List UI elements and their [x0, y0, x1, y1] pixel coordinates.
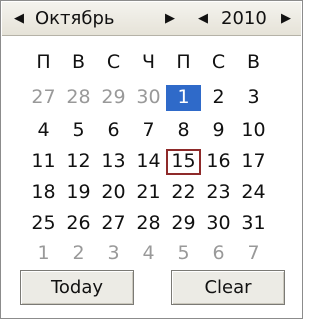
day-cell[interactable]: 22: [166, 180, 201, 206]
calendar-header: ◀ Октябрь ▶ ◀ 2010 ▶: [2, 2, 301, 36]
day-cell[interactable]: 3: [236, 85, 271, 111]
clear-button[interactable]: Clear: [171, 270, 285, 305]
day-cell[interactable]: 9: [201, 118, 236, 144]
prev-month-arrow-icon[interactable]: ◀: [11, 2, 27, 35]
day-cell[interactable]: 4: [26, 118, 61, 144]
next-year-arrow-icon[interactable]: ▶: [278, 2, 294, 35]
date-picker-calendar: ◀ Октябрь ▶ ◀ 2010 ▶ П В С Ч П С В 27 28 2…: [0, 0, 303, 319]
day-cell[interactable]: 19: [61, 180, 96, 206]
weekday-label: С: [106, 51, 121, 73]
day-cell[interactable]: 29: [166, 211, 201, 237]
weekday-label: Ч: [141, 51, 156, 73]
today-day-cell[interactable]: 15: [166, 149, 201, 175]
day-cell[interactable]: 4: [131, 241, 166, 267]
day-cell[interactable]: 29: [96, 85, 131, 111]
day-cell[interactable]: 28: [131, 211, 166, 237]
selected-day-cell[interactable]: 1: [166, 85, 201, 111]
day-cell[interactable]: 3: [96, 241, 131, 267]
day-cell[interactable]: 25: [26, 211, 61, 237]
day-cell[interactable]: 12: [61, 149, 96, 175]
day-cell[interactable]: 11: [26, 149, 61, 175]
day-cell[interactable]: 31: [236, 211, 271, 237]
year-label[interactable]: 2010: [221, 2, 267, 35]
day-cell[interactable]: 7: [236, 241, 271, 267]
today-button[interactable]: Today: [20, 270, 134, 305]
day-cell[interactable]: 17: [236, 149, 271, 175]
day-cell[interactable]: 2: [201, 85, 236, 111]
day-cell[interactable]: 7: [131, 118, 166, 144]
day-cell[interactable]: 24: [236, 180, 271, 206]
weekday-label: П: [176, 51, 191, 73]
day-cell[interactable]: 30: [131, 85, 166, 111]
day-cell[interactable]: 28: [61, 85, 96, 111]
day-cell[interactable]: 6: [201, 241, 236, 267]
day-cell[interactable]: 5: [166, 241, 201, 267]
day-cell[interactable]: 18: [26, 180, 61, 206]
day-cell[interactable]: 20: [96, 180, 131, 206]
day-cell[interactable]: 8: [166, 118, 201, 144]
day-cell[interactable]: 16: [201, 149, 236, 175]
day-cell[interactable]: 10: [236, 118, 271, 144]
weekday-label: П: [36, 51, 51, 73]
weekday-label: С: [211, 51, 226, 73]
day-cell[interactable]: 14: [131, 149, 166, 175]
day-cell[interactable]: 27: [26, 85, 61, 111]
day-cell[interactable]: 13: [96, 149, 131, 175]
day-cell[interactable]: 5: [61, 118, 96, 144]
weekday-label: В: [246, 51, 261, 73]
weekday-label: В: [71, 51, 86, 73]
month-label[interactable]: Октябрь: [35, 2, 115, 35]
day-cell[interactable]: 2: [61, 241, 96, 267]
next-month-arrow-icon[interactable]: ▶: [162, 2, 178, 35]
day-cell[interactable]: 30: [201, 211, 236, 237]
day-cell[interactable]: 21: [131, 180, 166, 206]
day-cell[interactable]: 27: [96, 211, 131, 237]
day-cell[interactable]: 23: [201, 180, 236, 206]
day-cell[interactable]: 1: [26, 241, 61, 267]
prev-year-arrow-icon[interactable]: ◀: [195, 2, 211, 35]
day-cell[interactable]: 26: [61, 211, 96, 237]
day-cell[interactable]: 6: [96, 118, 131, 144]
